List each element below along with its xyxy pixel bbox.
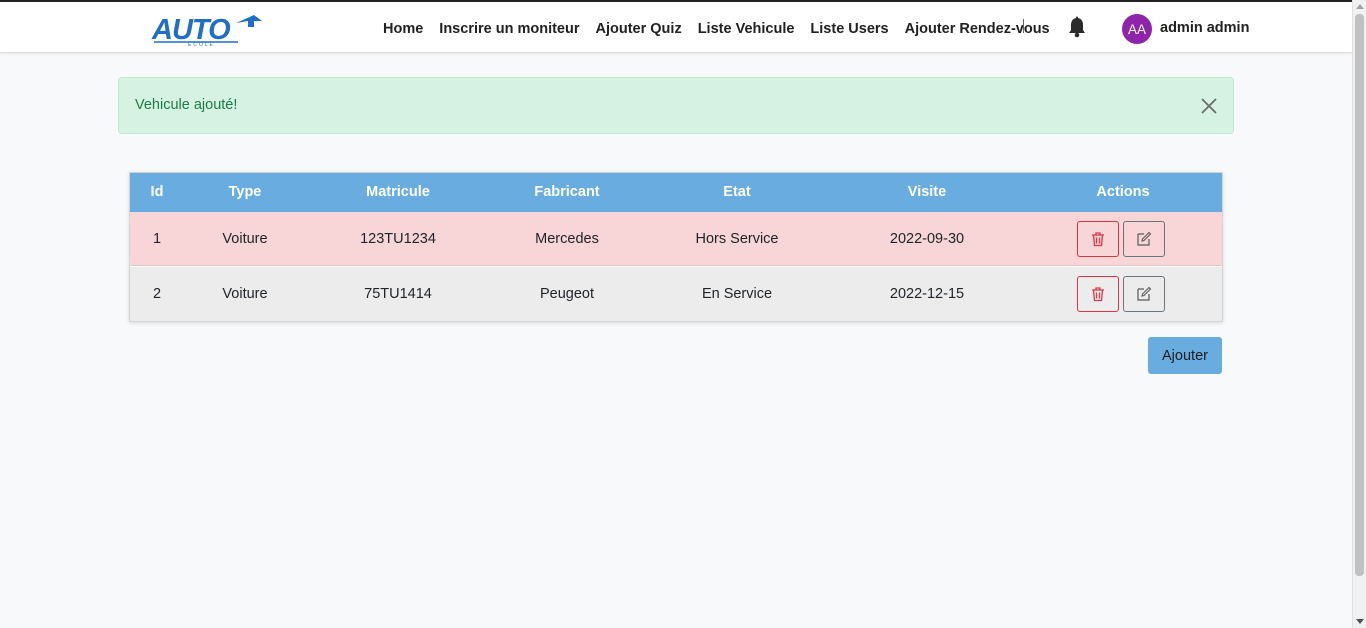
nav-links: Home Inscrire un moniteur Ajouter Quiz L… [383,18,1066,40]
nav-item-ajouter-quiz[interactable]: Ajouter Quiz [596,21,682,37]
table-row: 2 Voiture 75TU1414 Peugeot En Service 20… [130,267,1222,321]
nav-item-inscrire-moniteur[interactable]: Inscrire un moniteur [439,21,579,37]
column-header-actions: Actions [1096,184,1150,200]
scroll-up-icon[interactable] [1356,4,1364,9]
cell-etat: Hors Service [695,231,779,247]
nav-item-ajouter-rendez-vous[interactable]: Ajouter Rendez-vous [905,21,1050,37]
cell-matricule: 123TU1234 [360,231,436,247]
scroll-down-icon[interactable] [1356,619,1364,624]
cell-id: 1 [152,231,162,247]
edit-button[interactable] [1123,221,1165,257]
cell-visite: 2022-09-30 [889,231,965,247]
close-icon[interactable] [1198,95,1220,117]
cell-etat: En Service [701,286,773,302]
bell-icon[interactable] [1067,16,1087,38]
cell-visite: 2022-12-15 [889,286,965,302]
delete-button[interactable] [1077,221,1119,257]
column-header-etat: Etat [723,184,751,200]
nav-item-liste-users[interactable]: Liste Users [810,21,888,37]
scroll-thumb[interactable] [1355,14,1364,576]
cell-matricule: 75TU1414 [364,286,432,302]
nav-divider [1023,19,1024,33]
svg-text:ECOLE: ECOLE [188,42,215,47]
column-header-matricule: Matricule [366,184,430,200]
cell-id: 2 [152,286,162,302]
avatar[interactable]: AA [1122,14,1152,44]
edit-button[interactable] [1123,276,1165,312]
trash-icon [1092,287,1104,302]
table-header: Id Type Matricule Fabricant Etat Visite … [130,173,1222,212]
delete-button[interactable] [1077,276,1119,312]
column-header-type: Type [228,184,262,200]
alert-message: Vehicule ajouté! [135,97,238,113]
cell-fabricant: Mercedes [535,231,599,247]
cell-fabricant: Peugeot [539,286,595,302]
vehicle-table: Id Type Matricule Fabricant Etat Visite … [129,172,1223,322]
nav-item-liste-vehicule[interactable]: Liste Vehicule [698,21,795,37]
trash-icon [1092,232,1104,247]
edit-icon [1137,231,1152,246]
user-name[interactable]: admin admin [1160,20,1249,36]
column-header-id: Id [150,184,164,200]
column-header-visite: Visite [907,184,947,200]
add-vehicle-button[interactable]: Ajouter [1148,337,1222,374]
cell-type: Voiture [222,286,268,302]
table-row: 1 Voiture 123TU1234 Mercedes Hors Servic… [130,212,1222,266]
column-header-fabricant: Fabricant [534,184,600,200]
navbar: AUTO ECOLE Home Inscrire un moniteur Ajo… [0,2,1352,53]
nav-item-home[interactable]: Home [383,21,423,37]
success-alert: Vehicule ajouté! [118,77,1234,134]
logo[interactable]: AUTO ECOLE [150,11,264,47]
edit-icon [1137,286,1152,301]
scrollbar[interactable] [1352,0,1366,628]
cell-type: Voiture [222,231,268,247]
